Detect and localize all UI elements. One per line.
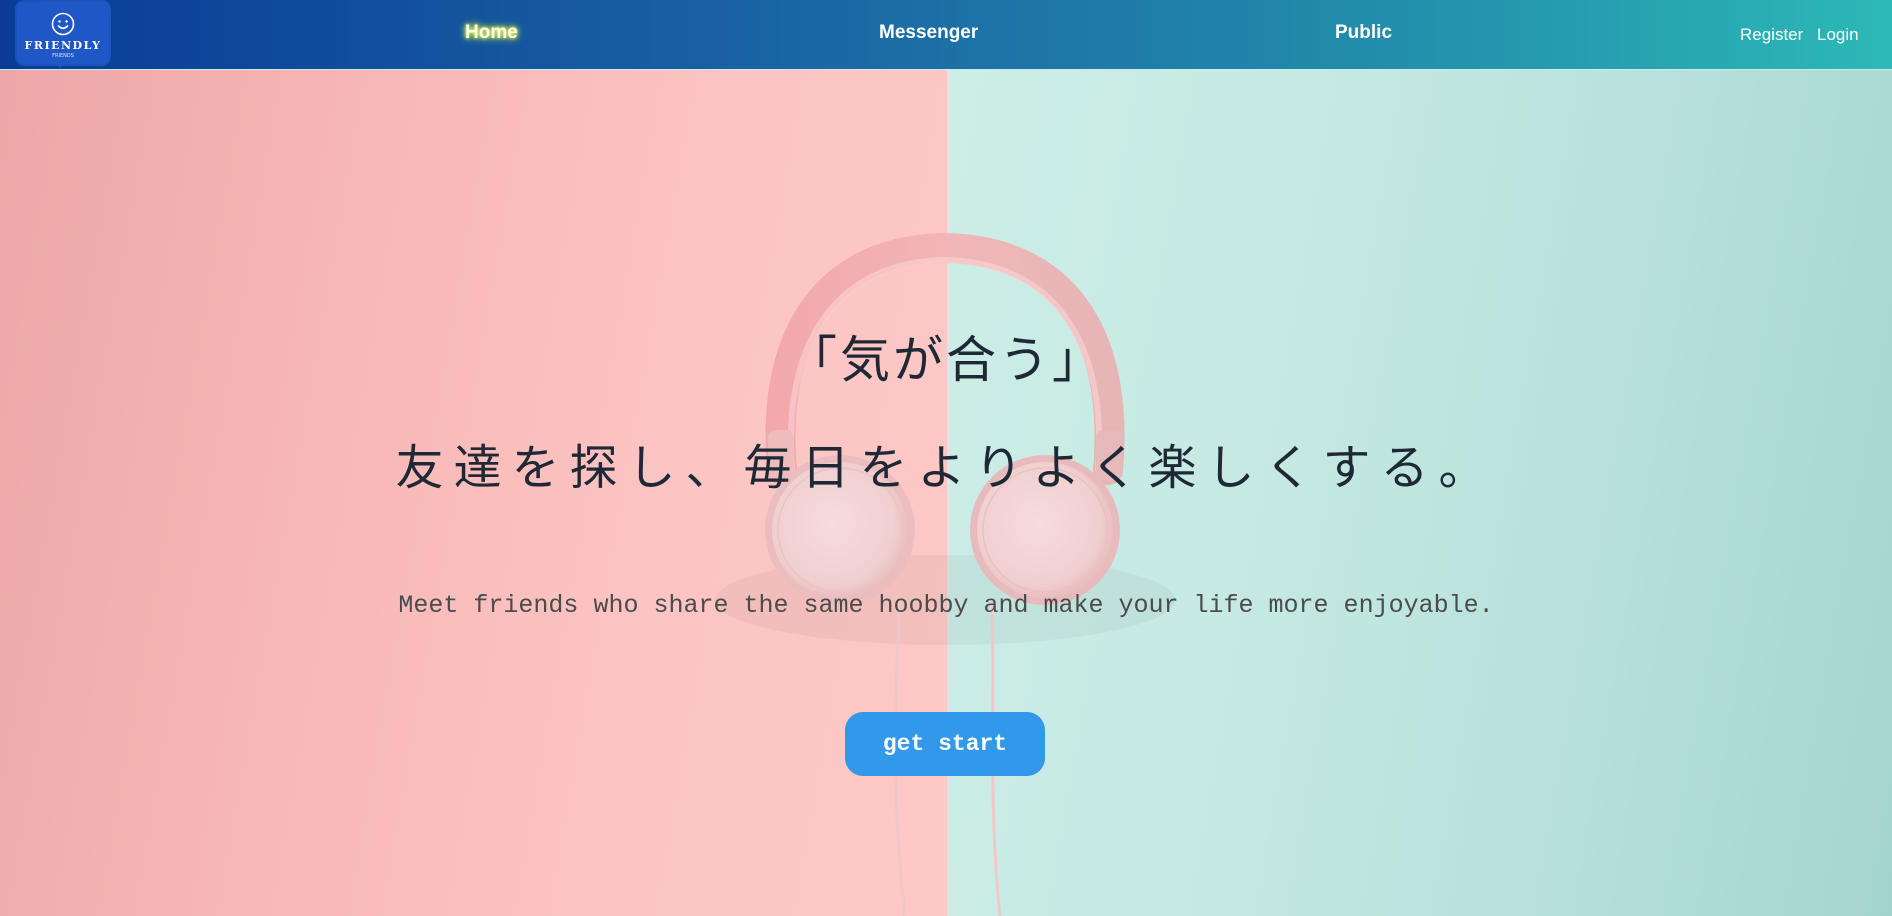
site-logo[interactable]: FRIENDLY FRIENDS bbox=[17, 2, 109, 64]
nav-link-messenger[interactable]: Messenger bbox=[879, 22, 978, 44]
nav-link-public[interactable]: Public bbox=[1335, 22, 1392, 44]
logo-wordmark: FRIENDLY bbox=[24, 39, 102, 52]
get-start-button[interactable]: get start bbox=[845, 712, 1045, 776]
nav-link-home[interactable]: Home bbox=[465, 22, 518, 44]
top-navbar: FRIENDLY FRIENDS Home Messenger Public R… bbox=[0, 0, 1892, 70]
home-page: FRIENDLY FRIENDS Home Messenger Public R… bbox=[0, 0, 1892, 916]
hero-description: Meet friends who share the same hoobby a… bbox=[398, 591, 1494, 620]
login-link[interactable]: Login bbox=[1817, 25, 1859, 45]
hero-subtitle: 友達を探し、毎日をよりよく楽しくする。 bbox=[395, 440, 1497, 496]
register-link[interactable]: Register bbox=[1740, 25, 1803, 45]
hero-title: 「気が合う」 bbox=[787, 331, 1105, 389]
logo-notch bbox=[55, 62, 65, 68]
smiley-face-icon bbox=[51, 12, 75, 36]
logo-subtext: FRIENDS bbox=[52, 53, 74, 59]
